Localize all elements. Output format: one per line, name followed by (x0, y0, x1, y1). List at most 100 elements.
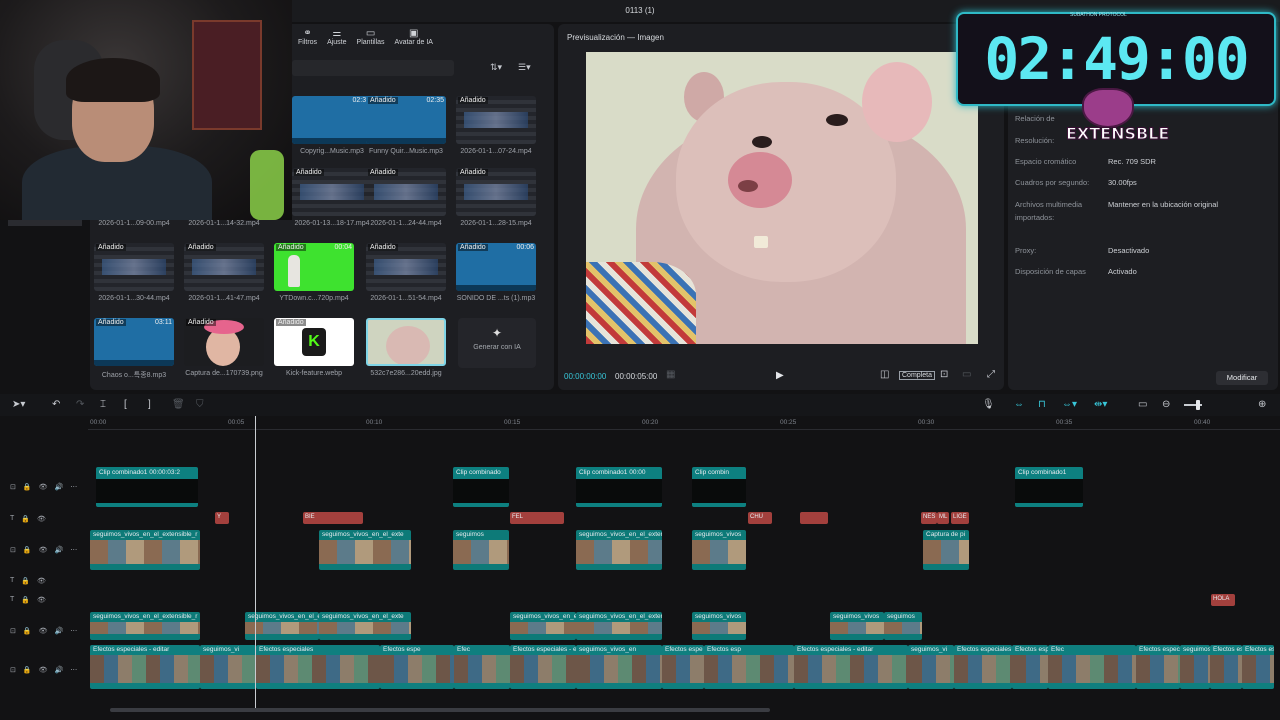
combined-clip[interactable]: Clip combinado1 00:00 (576, 467, 662, 507)
fx-clip[interactable]: Efec (1048, 645, 1136, 689)
video-clip[interactable]: seguimos_vivos_en_el_extensible_r (90, 530, 200, 570)
media-thumbnail[interactable]: 02:38 (292, 96, 372, 144)
text-clip[interactable]: ML (937, 512, 949, 524)
lock-icon[interactable]: 🔒 (23, 483, 32, 491)
fx-clip[interactable]: Efectos especiales - ed (510, 645, 576, 689)
video-clip[interactable]: seguimos_vivos_en_el_exte (245, 612, 319, 640)
text-clip[interactable]: NES (921, 512, 937, 524)
media-thumbnail[interactable]: Añadido (456, 96, 536, 144)
more-icon[interactable]: ⋯ (70, 627, 77, 635)
filter-dropdown-icon[interactable]: ☰▾ (518, 62, 531, 73)
fx-clip[interactable]: Efectos espe (1012, 645, 1048, 689)
video-clip[interactable]: seguimos (884, 612, 922, 640)
video-clip[interactable]: seguimos (453, 530, 509, 570)
preview-axis-icon[interactable]: ⇔▾ (1062, 399, 1077, 410)
fx-clip[interactable]: Efectos especiales (954, 645, 1012, 689)
tab-filters[interactable]: ⚭ Filtros (298, 28, 317, 50)
media-thumbnail[interactable]: Añadido 02:35 (366, 96, 446, 144)
fx-clip[interactable]: Efectos especiales (256, 645, 380, 689)
media-thumbnail[interactable]: Añadido (456, 168, 536, 216)
media-thumbnail[interactable]: Añadido 03:11 (94, 318, 174, 366)
text-clip[interactable]: FEL (510, 512, 564, 524)
fx-clip[interactable]: Efectos especiales - editar (90, 645, 200, 689)
media-thumbnail[interactable]: Añadido (292, 168, 372, 216)
video-clip[interactable]: seguimos_vivos_en_el_extensible_r (576, 530, 662, 570)
fx-clip[interactable]: Efectos esp (704, 645, 794, 689)
linkage-icon[interactable]: ⇹▾ (1094, 399, 1107, 410)
speaker-icon[interactable]: 🔊 (54, 546, 63, 554)
video-clip[interactable]: seguimos_vivos_en_el_exte (319, 612, 411, 640)
snapshot-icon[interactable]: ⊡ (940, 369, 948, 380)
sort-icon[interactable]: ⇅▾ (490, 62, 502, 73)
text-clip[interactable]: CHU (748, 512, 772, 524)
fx-clip[interactable]: seguimos_vi (908, 645, 954, 689)
microphone-icon[interactable]: 🎙 (982, 399, 995, 410)
combined-clip[interactable]: Clip combinado (453, 467, 509, 507)
split-icon[interactable]: ⌶ (100, 399, 106, 410)
video-clip[interactable]: Captura de pi (923, 530, 969, 570)
lock-icon[interactable]: 🔒 (23, 666, 32, 674)
tab-ai-avatar[interactable]: ▣ Avatar de IA (395, 28, 433, 50)
more-icon[interactable]: ⋯ (70, 546, 77, 554)
video-clip[interactable]: seguimos_vivos_en_el_exte (510, 612, 576, 640)
media-thumbnail[interactable]: Añadido 00:04 (274, 243, 354, 291)
eye-icon[interactable]: 👁 (39, 627, 48, 635)
eye-icon[interactable]: 👁 (37, 596, 46, 604)
more-icon[interactable]: ⋯ (70, 483, 77, 491)
text-clip[interactable] (800, 512, 828, 524)
shield-icon[interactable]: ⛉ (196, 399, 204, 410)
media-thumbnail[interactable]: K Añadido (274, 318, 354, 366)
undo-icon[interactable]: ↶ (52, 399, 60, 410)
lock-icon[interactable]: 🔒 (21, 596, 30, 604)
complete-button[interactable]: Completa (899, 371, 935, 380)
media-thumbnail[interactable]: Añadido (94, 243, 174, 291)
fx-clip[interactable]: Efectos especiales - editar (794, 645, 908, 689)
media-thumbnail[interactable]: Añadido 00:06 (456, 243, 536, 291)
timeline-ruler[interactable] (88, 416, 1280, 430)
media-thumbnail[interactable]: Añadido (184, 243, 264, 291)
link-icon[interactable]: ⇔ (1014, 399, 1024, 410)
text-clip[interactable]: BIE (303, 512, 363, 524)
zoom-fit-icon[interactable]: ⊕ (1258, 399, 1266, 410)
combined-clip[interactable]: Clip combinado1 00:00:03:2 (96, 467, 198, 507)
video-clip[interactable]: seguimos_vivos (692, 612, 746, 640)
media-search-input[interactable] (292, 60, 454, 76)
video-clip[interactable]: seguimos_vivos (692, 530, 746, 570)
media-thumbnail[interactable]: Añadido (366, 243, 446, 291)
zoom-slider-handle[interactable] (1196, 400, 1200, 410)
play-button[interactable]: ▶ (776, 370, 784, 381)
fx-clip[interactable]: seguimos_vivos_en (576, 645, 662, 689)
media-thumbnail[interactable] (366, 318, 446, 366)
fx-clip[interactable]: Efec (454, 645, 510, 689)
modify-button[interactable]: Modificar (1216, 371, 1268, 385)
timeline-scrollbar[interactable] (110, 708, 770, 712)
fx-clip[interactable]: seguimos_vivos_en (1180, 645, 1210, 689)
fullscreen-icon[interactable]: ⤢ (987, 369, 995, 380)
playhead[interactable] (255, 416, 256, 712)
lock-icon[interactable]: 🔒 (21, 577, 30, 585)
fx-clip[interactable]: seguimos_vi (200, 645, 256, 689)
timeline-grid-icon[interactable]: ▦ (666, 369, 675, 380)
fx-clip[interactable]: Efectos esp (1242, 645, 1274, 689)
text-clip[interactable]: Y (215, 512, 229, 524)
combined-clip[interactable]: Clip combinado1 (1015, 467, 1083, 507)
tab-templates[interactable]: ▭ Plantillas (357, 28, 385, 50)
tab-adjust[interactable]: ⚌ Ajuste (327, 28, 346, 50)
more-icon[interactable]: ⋯ (70, 666, 77, 674)
eye-icon[interactable]: 👁 (37, 515, 46, 523)
aspect-icon[interactable]: ▭ (962, 369, 971, 380)
generate-ai-tile[interactable]: ✦ Generar con IA (458, 318, 536, 368)
eye-icon[interactable]: 👁 (39, 666, 48, 674)
select-tool-icon[interactable]: ➤▾ (12, 399, 25, 410)
eye-icon[interactable]: 👁 (39, 483, 48, 491)
magnet-icon[interactable]: ⊓ (1038, 399, 1046, 410)
media-thumbnail[interactable]: Añadido (366, 168, 446, 216)
video-clip[interactable]: seguimos_vivos_en_el_extensible_r (576, 612, 662, 640)
video-clip[interactable]: seguimos_vivos_en_el_extensible_r (90, 612, 200, 640)
text-clip[interactable]: LIGE (951, 512, 969, 524)
trim-left-icon[interactable]: [ (124, 399, 127, 410)
lock-icon[interactable]: 🔒 (23, 627, 32, 635)
video-clip[interactable]: seguimos_vivos (830, 612, 884, 640)
text-clip[interactable]: HOLA (1211, 594, 1235, 606)
fx-clip[interactable]: Efectos espe (380, 645, 454, 689)
